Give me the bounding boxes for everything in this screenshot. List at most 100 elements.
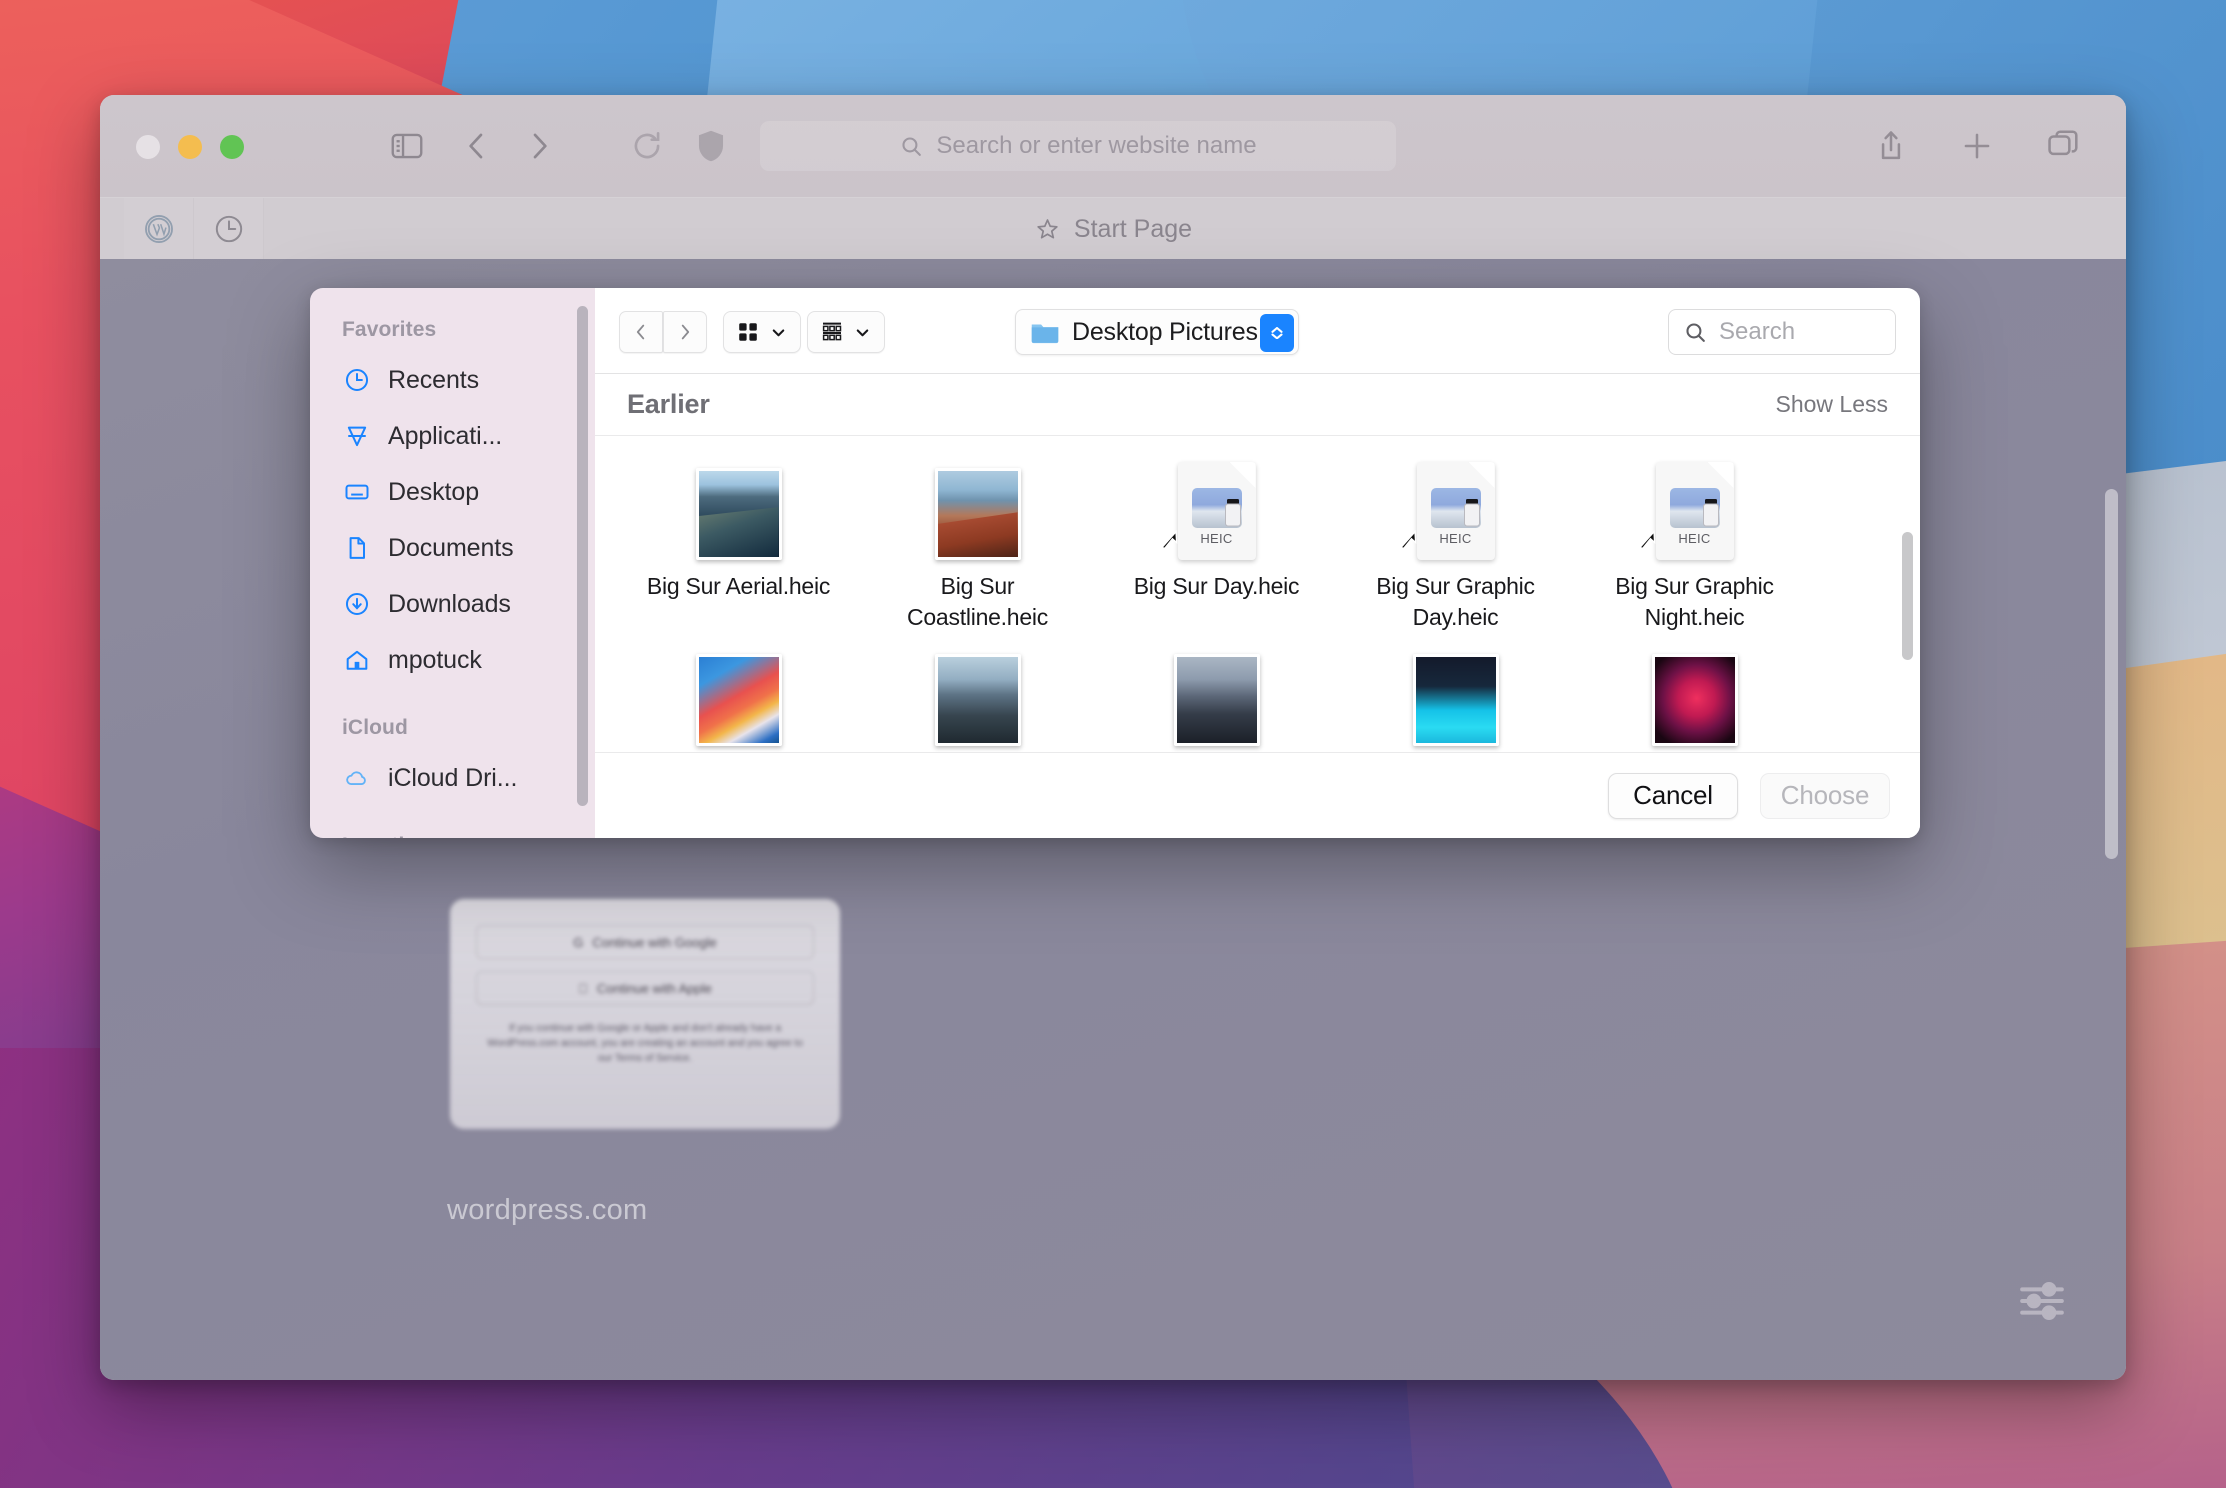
file-item[interactable]: Big Sur Aerial.heic: [619, 452, 858, 638]
heic-document-icon: HEIC: [1177, 462, 1256, 560]
sliders-icon[interactable]: [2014, 1273, 2070, 1334]
folder-icon: [1031, 324, 1059, 344]
plus-icon[interactable]: [1958, 127, 1996, 170]
safari-page-scrollbar[interactable]: [2105, 489, 2118, 859]
file-type-label: HEIC: [1439, 531, 1472, 546]
sidebar-item-label: Desktop: [388, 477, 480, 506]
jar-glyph: [1222, 498, 1244, 528]
file-thumbnail: [1651, 654, 1738, 746]
home-icon: [342, 645, 372, 675]
file-name: Big Sur Graphic Night.heic: [1615, 573, 1774, 630]
sidebar-item-label: Documents: [388, 533, 514, 562]
file-type-label: HEIC: [1200, 531, 1233, 546]
search-input[interactable]: Search: [1668, 309, 1896, 355]
file-open-dialog: Favorites Recents Applicati... Desktop D…: [310, 288, 1920, 838]
file-item[interactable]: HEIC Big Sur Day.heic: [1097, 452, 1336, 638]
back-chevron-icon: [636, 324, 645, 340]
sidebar-icon[interactable]: [388, 127, 426, 170]
back-chevron-icon[interactable]: [458, 127, 496, 170]
search-icon: [1686, 322, 1705, 342]
share-icon[interactable]: [1872, 127, 1910, 170]
show-less-button[interactable]: Show Less: [1775, 391, 1888, 418]
sidebar-item-applications[interactable]: Applicati...: [310, 408, 595, 464]
continue-with-google-button[interactable]: G Continue with Google: [476, 925, 814, 959]
file-item[interactable]: HEIC Big Sur Graphic Day.heic: [1336, 452, 1575, 638]
dialog-sidebar: Favorites Recents Applicati... Desktop D…: [310, 288, 595, 838]
sidebar-item-documents[interactable]: Documents: [310, 520, 595, 576]
zoom-button[interactable]: [220, 135, 244, 159]
folder-popup-button[interactable]: Desktop Pictures: [1015, 309, 1299, 355]
heic-document-icon: HEIC: [1416, 462, 1495, 560]
reload-icon[interactable]: [628, 127, 666, 170]
file-name: Big Sur Graphic Day.heic: [1376, 573, 1535, 630]
back-button[interactable]: [619, 311, 663, 353]
file-item[interactable]: Big Sur Graphic.heic: [619, 638, 858, 754]
file-grid: Big Sur Aerial.heic Big Sur Coastline.he…: [595, 436, 1895, 754]
sidebar-item-label: mpotuck: [388, 645, 482, 674]
apple-icon: : [578, 981, 588, 996]
address-bar[interactable]: Search or enter website name: [760, 121, 1396, 171]
continue-with-google-label: Continue with Google: [592, 934, 717, 950]
cloud-icon: [342, 763, 372, 793]
sidebar-item-icloud-drive[interactable]: iCloud Dri...: [310, 750, 595, 806]
chevron-up-down-icon: [1271, 327, 1283, 339]
sidebar-item-desktop[interactable]: Desktop: [310, 464, 595, 520]
close-button[interactable]: [136, 135, 160, 159]
chevron-down-icon: [856, 328, 869, 336]
file-name: Big Sur Day.heic: [1133, 573, 1300, 599]
safari-tab-bar: Start Page: [100, 197, 2126, 260]
forward-chevron-icon[interactable]: [520, 127, 558, 170]
sidebar-scrollbar[interactable]: [577, 306, 588, 806]
alias-arrow-icon: [1394, 523, 1424, 558]
shield-icon[interactable]: [692, 127, 730, 170]
sidebar-item-home[interactable]: mpotuck: [310, 632, 595, 688]
icon-view-button[interactable]: [723, 311, 801, 353]
file-grid-scrollbar[interactable]: [1902, 532, 1913, 660]
file-item[interactable]: Big Sur Night Grasses.heic: [1336, 638, 1575, 754]
continue-with-apple-button[interactable]:  Continue with Apple: [476, 971, 814, 1005]
forward-button[interactable]: [663, 311, 707, 353]
page-domain-label: wordpress.com: [447, 1194, 648, 1226]
chevron-down-icon: [772, 328, 785, 336]
legal-note: If you continue with Google or Apple and…: [487, 1023, 803, 1064]
current-folder-label: Desktop Pictures: [1072, 317, 1258, 346]
safari-toolbar-right: [1872, 127, 2082, 170]
sidebar-item-label: Downloads: [388, 589, 511, 618]
window-traffic-lights: [136, 135, 244, 159]
sidebar-item-recents[interactable]: Recents: [310, 352, 595, 408]
safari-toolbar: Search or enter website name: [100, 95, 2126, 197]
address-bar-placeholder: Search or enter website name: [936, 132, 1257, 159]
file-thumbnail: [1412, 654, 1499, 746]
cancel-button[interactable]: Cancel: [1608, 772, 1738, 819]
file-item[interactable]: Big Sur Horizon.heic: [858, 638, 1097, 754]
folder-stepper[interactable]: [1260, 314, 1294, 352]
alias-arrow-icon: [1155, 523, 1185, 558]
google-icon: G: [573, 934, 584, 950]
start-page-tab[interactable]: Start Page: [100, 198, 2126, 260]
wordpress-signin-card: G Continue with Google  Continue with A…: [450, 899, 840, 1129]
continue-with-apple-label: Continue with Apple: [592, 980, 712, 996]
group-view-button[interactable]: [807, 311, 885, 353]
sidebar-item-label: iCloud Dri...: [388, 763, 518, 792]
file-item[interactable]: HEIC Big Sur Graphic Night.heic: [1575, 452, 1814, 638]
file-thumbnail: [695, 468, 782, 560]
file-item[interactable]: Big Sur Night Succulents.heic: [1575, 638, 1814, 754]
sidebar-item-label: Recents: [388, 365, 480, 394]
search-placeholder: Search: [1719, 318, 1796, 345]
file-item[interactable]: Big Sur Mountains.heic: [1097, 638, 1336, 754]
dialog-toolbar: Desktop Pictures Search: [595, 288, 1920, 374]
sidebar-section-icloud-title: iCloud: [342, 716, 408, 739]
choose-button: Choose: [1760, 772, 1890, 819]
dialog-footer: Cancel Choose: [595, 752, 1920, 838]
file-type-label: HEIC: [1678, 531, 1711, 546]
document-icon: [342, 533, 372, 563]
tab-overview-icon[interactable]: [2044, 127, 2082, 170]
search-icon: [902, 136, 922, 156]
file-item[interactable]: Big Sur Coastline.heic: [858, 452, 1097, 638]
sidebar-item-downloads[interactable]: Downloads: [310, 576, 595, 632]
desktop-icon: [342, 477, 372, 507]
jar-glyph: [1461, 498, 1483, 528]
file-grid-area: Big Sur Aerial.heic Big Sur Coastline.he…: [595, 436, 1920, 754]
minimize-button[interactable]: [178, 135, 202, 159]
dialog-main-pane: Desktop Pictures Search Earlier Show Les…: [595, 288, 1920, 838]
